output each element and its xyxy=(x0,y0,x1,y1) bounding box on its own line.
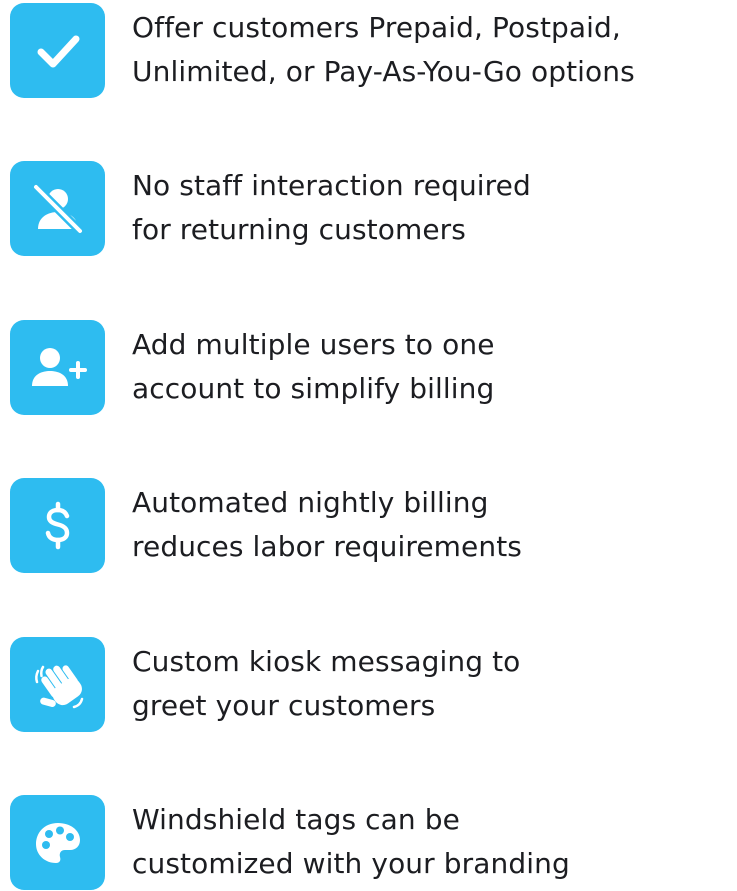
feature-text-line: No staff interaction required xyxy=(132,169,531,202)
feature-item-nightly-billing: Automated nightly billing reduces labor … xyxy=(10,478,730,574)
feature-item-windshield-tags: Windshield tags can be customized with y… xyxy=(10,795,730,891)
waving-hand-icon xyxy=(34,664,83,708)
user-slash-icon xyxy=(31,182,84,235)
icon-tile xyxy=(10,637,105,732)
icon-tile xyxy=(10,795,105,890)
feature-text-line: reduces labor requirements xyxy=(132,530,522,563)
feature-text: Add multiple users to one account to sim… xyxy=(132,323,732,411)
user-plus-icon xyxy=(31,347,87,386)
feature-text: Custom kiosk messaging to greet your cus… xyxy=(132,640,732,728)
feature-text-line: Unlimited, or Pay-As-You-Go options xyxy=(132,55,635,88)
icon-tile xyxy=(10,161,105,256)
palette-icon xyxy=(35,822,80,863)
feature-item-payment-options: Offer customers Prepaid, Postpaid, Unlim… xyxy=(10,3,730,99)
feature-text: Automated nightly billing reduces labor … xyxy=(132,481,732,569)
feature-text-line: Windshield tags can be xyxy=(132,803,460,836)
icon-tile xyxy=(10,478,105,573)
icon-tile xyxy=(10,320,105,415)
feature-text-line: Automated nightly billing xyxy=(132,486,489,519)
dollar-icon xyxy=(45,501,69,549)
feature-item-multiple-users: Add multiple users to one account to sim… xyxy=(10,320,730,416)
feature-text-line: account to simplify billing xyxy=(132,372,495,405)
feature-text-line: Custom kiosk messaging to xyxy=(132,645,521,678)
feature-text-line: Offer customers Prepaid, Postpaid, xyxy=(132,11,621,44)
feature-text-line: greet your customers xyxy=(132,689,436,722)
icon-tile xyxy=(10,3,105,98)
feature-text-line: Add multiple users to one xyxy=(132,328,495,361)
feature-text: Offer customers Prepaid, Postpaid, Unlim… xyxy=(132,6,732,94)
feature-item-no-staff: No staff interaction required for return… xyxy=(10,161,730,257)
checkmark-icon xyxy=(37,35,79,67)
feature-text: Windshield tags can be customized with y… xyxy=(132,798,732,886)
feature-item-kiosk-messaging: Custom kiosk messaging to greet your cus… xyxy=(10,637,730,733)
feature-text: No staff interaction required for return… xyxy=(132,164,732,252)
feature-text-line: customized with your branding xyxy=(132,847,570,880)
feature-text-line: for returning customers xyxy=(132,213,466,246)
